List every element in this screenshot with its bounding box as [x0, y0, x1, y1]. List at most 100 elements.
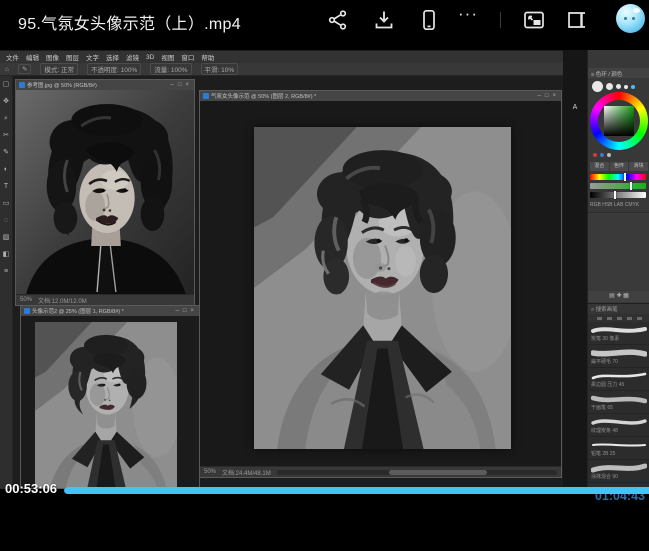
main-painting	[254, 127, 511, 449]
player-topbar: 95.气氛女头像示范（上）.mp4 ···	[0, 0, 649, 45]
video-frame[interactable]: 文件 编辑 图像 图层 文字 选择 滤镜 3D 视图 窗口 帮助 ⌂ ✎ 模式:…	[0, 50, 649, 489]
color-panel-empty-area	[588, 212, 649, 290]
ps-menu-image[interactable]: 图像	[46, 52, 59, 62]
brush-preset-label: 干画笔 65	[591, 404, 647, 411]
player-control-bar: 倍速 超清 字幕 查找 选集 SVIP	[0, 497, 649, 551]
brush-search-row[interactable]: ⌕ 搜索画笔	[588, 304, 649, 314]
ps-smoothing-field[interactable]: 平滑: 10%	[201, 63, 239, 75]
progress-fill	[64, 487, 649, 494]
ps-doc-photo-info: 文档:12.0M/12.0M	[38, 296, 87, 305]
swatch-red[interactable]	[593, 153, 597, 157]
window-close-button[interactable]: ×	[552, 93, 558, 99]
window-minimize-button[interactable]: –	[171, 82, 176, 88]
ps-doc-photo-statusbar: 50% 文档:12.0M/12.0M	[16, 294, 194, 305]
swatch-blue[interactable]	[600, 153, 604, 157]
video-player-window: 95.气氛女头像示范（上）.mp4 ···	[0, 0, 649, 551]
brush-preset-item[interactable]: 扁平硬毛 70	[588, 345, 649, 368]
brush-preset-item[interactable]: 纹理炭条 48	[588, 414, 649, 437]
brush-preset-item[interactable]: 干画笔 65	[588, 391, 649, 414]
ps-doc-small-titlebar[interactable]: 头像示范2 @ 25% (图层 1, RGB/8#) * – □ ×	[21, 306, 199, 316]
saturation-slider[interactable]	[590, 183, 646, 189]
ps-tool-palette[interactable]: ▢ ✥ ⌕ ✂ ✎ ◐ T ▭ ◌ ▨ ◧ ≡	[0, 76, 13, 489]
color-panel-tab[interactable]: ≡ 色环 / 颜色	[588, 68, 649, 78]
ps-doc-photo-titlebar[interactable]: 参考图.jpg @ 50% (RGB/8#) – □ ×	[16, 80, 194, 90]
progress-bar[interactable]	[64, 487, 649, 494]
ps-doc-icon	[203, 93, 209, 99]
screen-cast-icon[interactable]	[565, 8, 589, 32]
ps-home-icon[interactable]: ⌂	[5, 66, 9, 73]
ps-document-small-study[interactable]: 头像示范2 @ 25% (图层 1, RGB/8#) * – □ ×	[20, 305, 200, 489]
window-maximize-button[interactable]: □	[178, 82, 184, 88]
ps-doc-main-zoom[interactable]: 50%	[204, 469, 216, 475]
ps-doc-main-titlebar[interactable]: 气氛女头像示范 @ 50% (图层 2, RGB/8#) * – □ ×	[200, 91, 561, 101]
phone-icon[interactable]	[417, 8, 441, 32]
ps-menu-file[interactable]: 文件	[6, 52, 19, 62]
ps-flow-field[interactable]: 流量: 100%	[150, 63, 191, 75]
current-time: 00:53:06	[5, 481, 57, 496]
ps-menu-filter[interactable]: 滤镜	[126, 52, 139, 62]
brush-preset-item[interactable]: 涂抹混合 90	[588, 460, 649, 483]
brush-search-label: ⌕ 搜索画笔	[591, 305, 618, 314]
ps-menu-select[interactable]: 选择	[106, 52, 119, 62]
brush-preset-label: 纹理炭条 48	[591, 427, 647, 434]
ps-blend-mode-select[interactable]: 模式: 正常	[40, 63, 78, 75]
brush-list-header	[588, 314, 649, 322]
brush-preset-item[interactable]: 柔边圆 压力 45	[588, 368, 649, 391]
ps-collapsed-panel-strip[interactable]: A	[563, 50, 587, 489]
ps-document-main-painting[interactable]: 气氛女头像示范 @ 50% (图层 2, RGB/8#) * – □ ×	[199, 90, 562, 478]
ps-menu-type[interactable]: 文字	[86, 52, 99, 62]
reference-photo-portrait	[16, 90, 194, 295]
ps-menu-3d[interactable]: 3D	[146, 54, 154, 61]
brush-preset-label: 炭笔 30 像素	[591, 335, 647, 342]
ps-menu-window[interactable]: 窗口	[181, 52, 194, 62]
download-icon[interactable]	[372, 8, 396, 32]
ps-document-reference-photo[interactable]: 参考图.jpg @ 50% (RGB/8#) – □ ×	[15, 79, 195, 306]
brush-size-dot[interactable]	[606, 83, 613, 90]
ps-menu-help[interactable]: 帮助	[201, 52, 214, 62]
brush-preset-label: 柔边圆 压力 45	[591, 381, 647, 388]
ps-menu-edit[interactable]: 编辑	[26, 52, 39, 62]
ps-tool-preset-icon[interactable]: ✎	[18, 64, 31, 74]
more-icon[interactable]: ···	[458, 4, 478, 24]
horizontal-scrollbar[interactable]	[277, 470, 557, 475]
hue-slider[interactable]	[590, 174, 646, 180]
window-minimize-button[interactable]: –	[538, 93, 543, 99]
ps-menu-layer[interactable]: 图层	[66, 52, 79, 62]
topbar-divider	[500, 12, 501, 28]
ps-doc-main-statusbar: 50% 文档:24.4M/48.1M	[200, 466, 561, 477]
share-icon[interactable]	[326, 8, 350, 32]
small-study-portrait	[35, 322, 177, 488]
color-panel-actions[interactable]: ▤ ✚ ▦	[588, 291, 649, 302]
small-study-canvas[interactable]	[21, 316, 199, 488]
window-maximize-button[interactable]: □	[183, 308, 189, 314]
color-dot[interactable]	[631, 85, 635, 89]
color-mode-sliders[interactable]: 滑块	[629, 162, 648, 171]
saturation-brightness-picker[interactable]	[604, 106, 634, 136]
color-format-labels[interactable]: RGB HSB LAB CMYK	[590, 202, 648, 208]
color-mode-mix[interactable]: 混合	[590, 162, 609, 171]
ps-doc-photo-zoom[interactable]: 50%	[20, 297, 32, 303]
picture-in-picture-icon[interactable]	[522, 8, 546, 32]
window-minimize-button[interactable]: –	[176, 308, 181, 314]
brush-size-dot[interactable]	[624, 85, 628, 89]
ps-opacity-field[interactable]: 不透明度: 100%	[87, 63, 141, 75]
brush-preset-item[interactable]: 炭笔 30 像素	[588, 322, 649, 345]
user-avatar[interactable]	[616, 4, 645, 33]
color-mode-wheel[interactable]: 色环	[610, 162, 629, 171]
color-swatch-dots	[593, 153, 611, 157]
brush-size-dot[interactable]	[592, 81, 603, 92]
swatch-gray[interactable]	[607, 153, 611, 157]
ps-menu-view[interactable]: 视图	[161, 52, 174, 62]
brush-preset-label: 铅笔 2B 25	[591, 450, 647, 457]
main-painting-canvas[interactable]	[200, 101, 561, 466]
window-maximize-button[interactable]: □	[545, 93, 551, 99]
brush-size-dot[interactable]	[616, 84, 621, 89]
brightness-slider[interactable]	[590, 192, 646, 198]
window-close-button[interactable]: ×	[185, 82, 191, 88]
ps-right-panel: ≡ 色环 / 颜色 混合 色环 滑块	[587, 50, 649, 489]
brush-preset-item[interactable]: 铅笔 2B 25	[588, 437, 649, 460]
window-close-button[interactable]: ×	[190, 308, 196, 314]
ps-doc-icon	[19, 82, 25, 88]
color-wheel[interactable]	[590, 92, 648, 150]
reference-photo-image[interactable]	[16, 90, 194, 295]
